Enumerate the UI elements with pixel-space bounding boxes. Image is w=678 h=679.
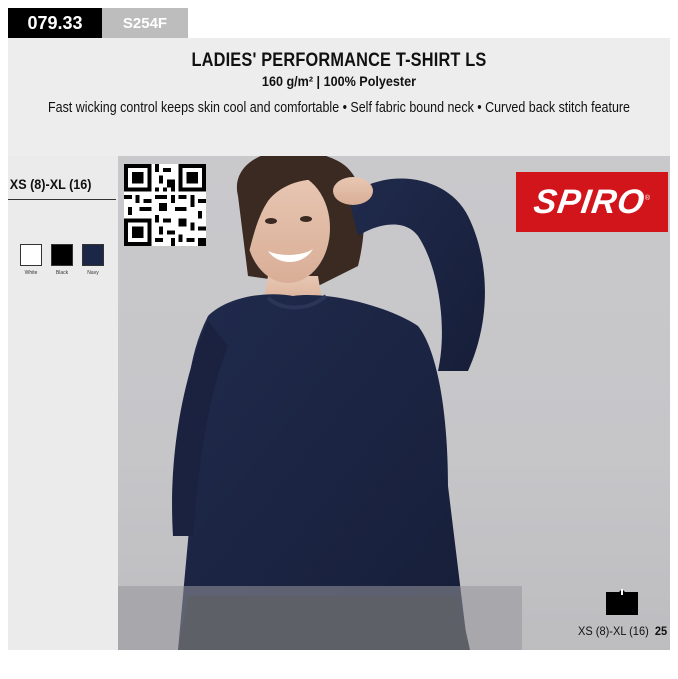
product-features: Fast wicking control keeps skin cool and… (48, 100, 630, 116)
product-title: LADIES' PERFORMANCE T-SHIRT LS (191, 50, 487, 71)
registered-mark: ® (644, 194, 650, 202)
product-subtitle: 160 g/m² | 100% Polyester (261, 73, 417, 89)
color-label-black: Black (55, 270, 69, 276)
brand-logo-text: SPIRO (531, 182, 648, 221)
photo-overlay-strip (118, 586, 522, 650)
color-label-navy: Navy (87, 270, 99, 276)
color-swatch-black (51, 244, 73, 266)
product-sku: S254F (102, 8, 188, 38)
size-range: XS (8)-XL (16) (9, 176, 92, 192)
pack-info: XS (8)-XL (16) 25 (578, 624, 667, 638)
qr-code-icon (124, 164, 206, 246)
color-swatch-navy (82, 244, 104, 266)
divider (8, 199, 116, 200)
brand-logo: SPIRO ® (516, 172, 668, 232)
color-label-white: White (24, 270, 38, 276)
product-code: 079.33 (8, 8, 102, 38)
carton-icon (605, 589, 639, 615)
size-color-panel (8, 156, 118, 650)
color-swatch-white (20, 244, 42, 266)
pack-size-range: XS (8)-XL (16) (578, 624, 649, 638)
pack-quantity: 25 (654, 624, 668, 638)
